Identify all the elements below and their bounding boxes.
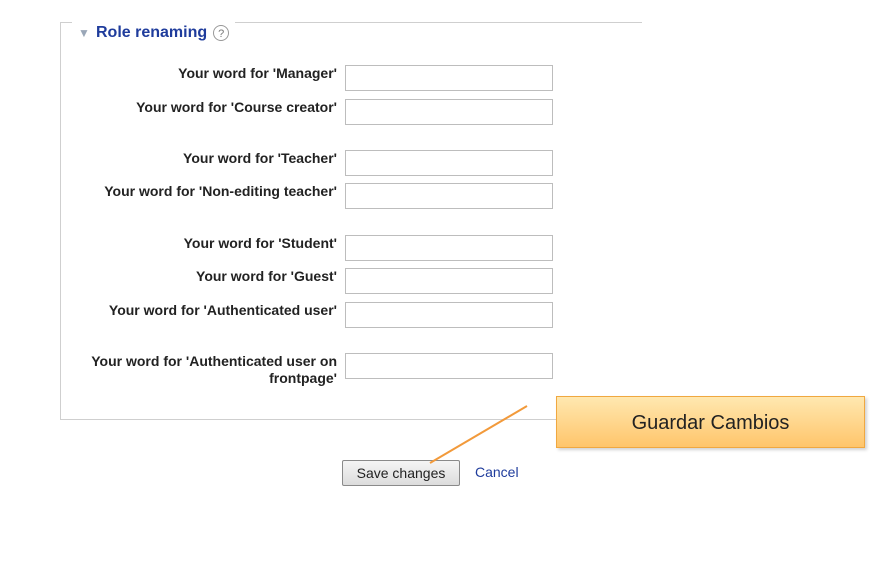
page: ▼ Role renaming ? Your word for 'Manager…: [0, 0, 871, 582]
annotation-callout: Guardar Cambios: [556, 396, 865, 448]
help-icon[interactable]: ?: [213, 25, 230, 41]
input-non-editing-teacher[interactable]: [345, 183, 553, 209]
label-non-editing-teacher: Your word for 'Non-editing teacher': [104, 183, 337, 199]
save-changes-button[interactable]: Save changes: [342, 460, 460, 486]
input-teacher[interactable]: [345, 150, 553, 176]
section-title[interactable]: Role renaming: [96, 22, 207, 44]
cancel-link[interactable]: Cancel: [475, 464, 519, 480]
input-authenticated-user-frontpage[interactable]: [345, 353, 553, 379]
label-authenticated-user-frontpage: Your word for 'Authenticated user on fro…: [91, 353, 337, 386]
collapse-toggle-icon[interactable]: ▼: [78, 22, 90, 44]
label-student: Your word for 'Student': [183, 235, 337, 251]
input-course-creator[interactable]: [345, 99, 553, 125]
input-authenticated-user[interactable]: [345, 302, 553, 328]
label-authenticated-user: Your word for 'Authenticated user': [108, 302, 337, 318]
label-teacher: Your word for 'Teacher': [183, 150, 337, 166]
input-manager[interactable]: [345, 65, 553, 91]
label-guest: Your word for 'Guest': [196, 268, 337, 284]
input-guest[interactable]: [345, 268, 553, 294]
role-renaming-legend[interactable]: ▼ Role renaming ?: [72, 22, 236, 44]
input-student[interactable]: [345, 235, 553, 261]
label-course-creator: Your word for 'Course creator': [136, 99, 337, 115]
label-manager: Your word for 'Manager': [178, 65, 337, 81]
